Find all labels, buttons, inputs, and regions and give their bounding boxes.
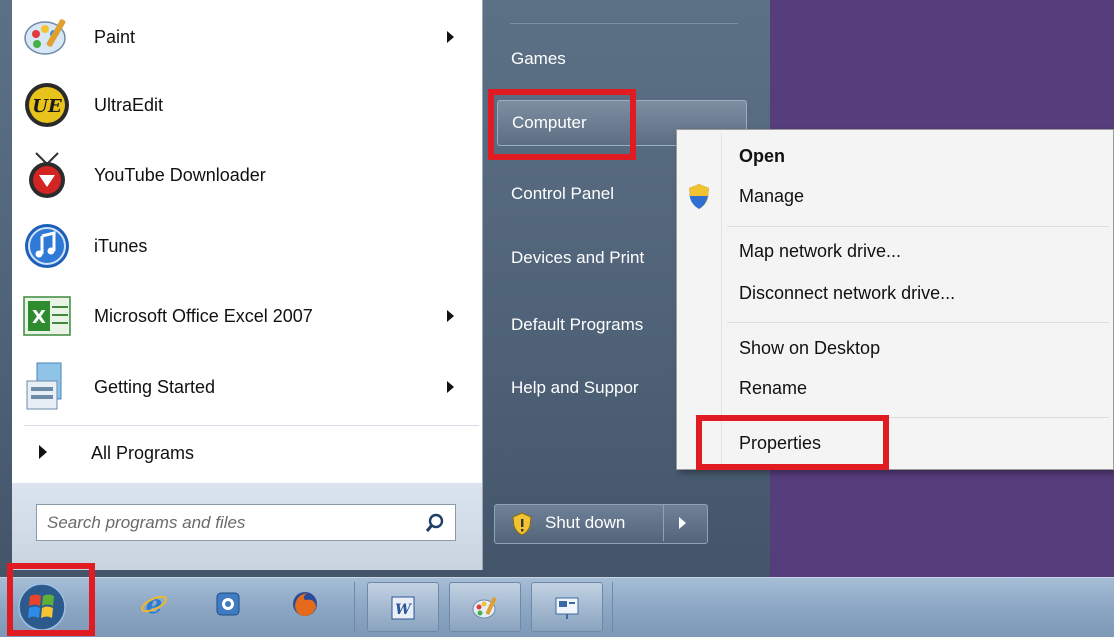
start-orb-icon[interactable] [13, 582, 71, 632]
program-item-ultraedit[interactable]: UE UltraEdit [12, 74, 472, 136]
taskbar: e W [0, 577, 1114, 637]
search-icon[interactable] [425, 513, 445, 533]
shutdown-button-group: Shut down [494, 504, 708, 544]
context-menu-item-manage[interactable]: Manage [739, 186, 804, 207]
divider [727, 226, 1109, 227]
divider [354, 582, 355, 632]
context-menu-item-open[interactable]: Open [739, 146, 785, 167]
shutdown-label: Shut down [545, 513, 626, 532]
submenu-arrow-icon [447, 31, 454, 43]
paint-icon [22, 12, 72, 62]
right-item-label: Games [511, 49, 566, 68]
program-item-youtube-downloader[interactable]: YouTube Downloader [12, 144, 472, 206]
arrow-right-icon [679, 517, 686, 529]
program-item-itunes[interactable]: iTunes [12, 215, 472, 277]
program-item-excel[interactable]: X Microsoft Office Excel 2007 [12, 285, 472, 347]
svg-text:UE: UE [32, 96, 62, 117]
right-item-label: Default Programs [511, 315, 644, 334]
ultraedit-icon: UE [22, 80, 72, 130]
shutdown-options-button[interactable] [665, 505, 705, 541]
program-label: Paint [94, 26, 136, 47]
submenu-arrow-icon [447, 310, 454, 322]
search-area [12, 483, 482, 570]
divider [727, 417, 1109, 418]
program-label: iTunes [94, 235, 148, 256]
right-item-label: Computer [512, 113, 587, 132]
context-menu-item-show-on-desktop[interactable]: Show on Desktop [739, 338, 880, 359]
context-menu-item-properties[interactable]: Properties [739, 433, 821, 454]
program-label: YouTube Downloader [94, 164, 266, 185]
youtube-downloader-icon [22, 150, 72, 200]
context-menu-item-rename[interactable]: Rename [739, 378, 807, 399]
presentation-icon [555, 597, 579, 619]
internet-explorer-icon[interactable]: e [138, 588, 170, 620]
firefox-icon[interactable] [289, 588, 321, 620]
uac-shield-icon [512, 512, 532, 536]
divider [612, 582, 613, 632]
taskbar-button-word[interactable]: W [367, 582, 439, 632]
divider [721, 133, 722, 466]
program-label: Getting Started [94, 376, 216, 397]
uac-shield-icon [689, 184, 709, 209]
search-box[interactable] [36, 504, 456, 541]
getting-started-icon [22, 362, 72, 412]
program-label: UltraEdit [94, 94, 164, 115]
right-item-label: Devices and Print [511, 248, 645, 267]
itunes-icon [22, 221, 72, 271]
context-menu-item-disconnect-network-drive[interactable]: Disconnect network drive... [739, 283, 955, 304]
svg-text:X: X [32, 307, 46, 328]
shutdown-button[interactable]: Shut down [495, 505, 663, 541]
apps-icon[interactable] [212, 588, 244, 620]
all-programs-button[interactable]: All Programs [12, 432, 472, 476]
program-item-getting-started[interactable]: Getting Started [12, 356, 472, 418]
taskbar-button-paint[interactable] [449, 582, 521, 632]
svg-text:e: e [146, 590, 163, 618]
excel-icon: X [22, 291, 72, 341]
program-item-paint[interactable]: Paint [12, 6, 472, 68]
word-icon: W [391, 596, 415, 620]
divider [510, 23, 738, 24]
taskbar-button-presentation[interactable] [531, 582, 603, 632]
arrow-right-icon [39, 445, 47, 459]
right-item-games[interactable]: Games [497, 36, 747, 82]
context-menu: Open Manage Map network drive... Disconn… [676, 129, 1114, 470]
divider [663, 505, 664, 541]
right-item-label: Help and Suppor [511, 378, 639, 397]
search-input[interactable] [45, 510, 409, 536]
all-programs-label: All Programs [91, 443, 195, 463]
right-item-label: Control Panel [511, 184, 615, 203]
svg-text:W: W [395, 602, 412, 618]
context-menu-item-map-network-drive[interactable]: Map network drive... [739, 241, 901, 262]
start-menu: Paint UE UltraEdit YouTube Downloader iT… [0, 0, 770, 577]
submenu-arrow-icon [447, 381, 454, 393]
divider [24, 425, 479, 426]
divider [727, 322, 1109, 323]
program-label: Microsoft Office Excel 2007 [94, 305, 313, 326]
paint-icon [472, 597, 497, 619]
